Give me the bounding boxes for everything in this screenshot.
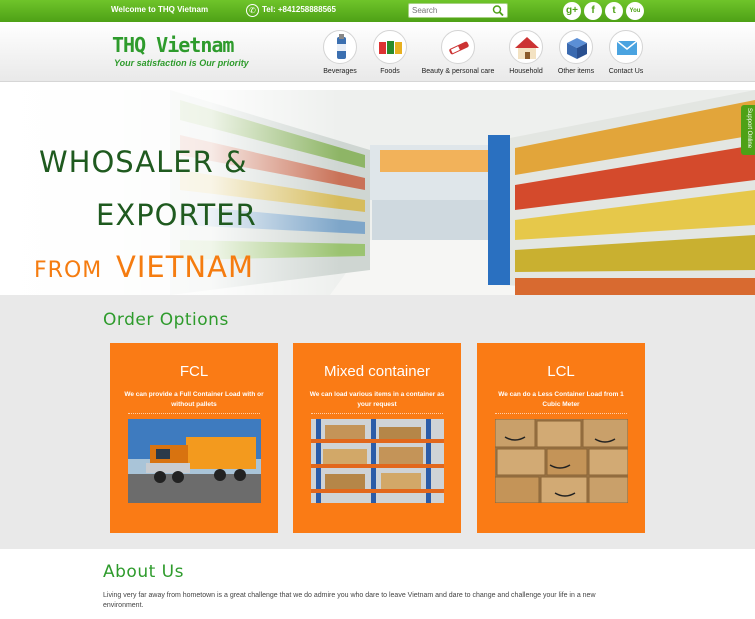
nav-label: Beverages xyxy=(323,68,357,75)
nav-contact[interactable]: Contact Us xyxy=(606,30,646,75)
cans-icon xyxy=(373,30,407,64)
card-divider xyxy=(495,413,627,414)
welcome-text: Welcome to THQ Vietnam xyxy=(111,5,209,14)
top-bar: Welcome to THQ Vietnam ✆ Tel: +841258888… xyxy=(0,0,755,22)
bottle-icon xyxy=(323,30,357,64)
nav-label: Household xyxy=(509,68,543,75)
site-tagline: Your satisfaction is Our priority xyxy=(114,58,249,68)
nav-beverages[interactable]: Beverages xyxy=(320,30,360,75)
nav-label: Foods xyxy=(380,68,400,75)
support-online-tab[interactable]: Support Online xyxy=(741,105,755,155)
twitter-icon[interactable]: t xyxy=(605,2,623,20)
card-title: LCL xyxy=(547,363,575,380)
nav-foods[interactable]: Foods xyxy=(370,30,410,75)
hero-country: VIETNAM xyxy=(116,250,254,284)
order-options-title: Order Options xyxy=(103,310,229,330)
nav-label: Contact Us xyxy=(608,68,644,75)
house-icon xyxy=(509,30,543,64)
site-header: THQ Vietnam Your satisfaction is Our pri… xyxy=(0,22,755,82)
boxes-icon xyxy=(559,30,593,64)
order-options-section: Order Options FCL We can provide a Full … xyxy=(0,295,755,549)
youtube-icon[interactable]: You xyxy=(626,2,644,20)
search-input[interactable] xyxy=(412,5,486,16)
google-plus-icon[interactable]: g+ xyxy=(563,2,581,20)
envelope-icon xyxy=(609,30,643,64)
nav-other-items[interactable]: Other items xyxy=(556,30,596,75)
about-section: About Us Living very far away from homet… xyxy=(0,549,755,619)
hero-line-2: EXPORTER xyxy=(96,198,257,232)
card-title: Mixed container xyxy=(324,363,430,380)
card-divider xyxy=(128,413,260,414)
about-title: About Us xyxy=(103,562,184,582)
warehouse-image xyxy=(311,419,444,503)
card-lcl[interactable]: LCL We can do a Less Container Load from… xyxy=(477,343,645,533)
card-description: We can provide a Full Container Load wit… xyxy=(124,391,264,408)
card-title: FCL xyxy=(179,363,209,380)
boxes-image xyxy=(495,419,628,503)
phone-number: Tel: +841258888565 xyxy=(262,5,336,14)
search-icon[interactable] xyxy=(491,5,505,16)
card-description: We can do a Less Container Load from 1 C… xyxy=(498,391,624,408)
site-logo[interactable]: THQ Vietnam xyxy=(112,33,234,57)
truck-image xyxy=(128,419,261,503)
supermarket-aisle-image xyxy=(0,90,755,295)
search-box xyxy=(408,3,508,18)
about-text: Living very far away from hometown is a … xyxy=(103,592,596,609)
card-mixed-container[interactable]: Mixed container We can load various item… xyxy=(293,343,461,533)
nav-beauty[interactable]: Beauty & personal care xyxy=(420,30,496,75)
facebook-icon[interactable]: f xyxy=(584,2,602,20)
card-fcl[interactable]: FCL We can provide a Full Container Load… xyxy=(110,343,278,533)
nav-household[interactable]: Household xyxy=(506,30,546,75)
card-description: We can load various items in a container… xyxy=(309,391,445,408)
cosmetics-icon xyxy=(441,30,475,64)
nav-label: Beauty & personal care xyxy=(421,68,495,75)
hero-from: FROM xyxy=(34,258,103,283)
hero-banner: WHOSALER & EXPORTER FROM VIETNAM xyxy=(0,90,755,295)
hero-line-1: WHOSALER & xyxy=(39,145,248,179)
nav-label: Other items xyxy=(557,68,595,75)
support-online-label: Support Online xyxy=(746,108,752,149)
phone-icon: ✆ xyxy=(246,4,259,17)
card-divider xyxy=(311,413,443,414)
